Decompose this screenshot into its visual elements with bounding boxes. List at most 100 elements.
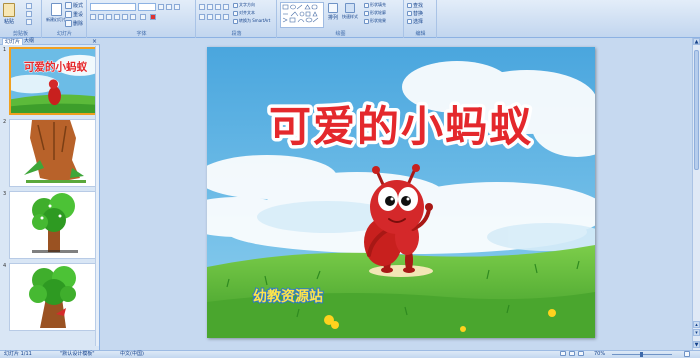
justify-icon[interactable] [223,14,229,20]
clipboard-group: 粘贴 剪贴板 [0,0,42,38]
arrange-icon [328,3,338,13]
scroll-up-icon[interactable]: ▲ [693,38,700,45]
reset-icon [65,11,72,18]
align-text-label: 对齐文本 [239,10,255,15]
bullets-icon[interactable] [199,4,205,10]
ribbon: 粘贴 剪贴板 新建幻灯片 版式 重设 删除 幻灯片 字体 文字方向 对齐文本 转… [0,0,700,38]
find-icon [407,3,412,8]
thumbnail-image: 可爱的小蚂蚁 [9,47,98,115]
shape-outline-button[interactable]: 形状轮廓 [364,10,386,16]
reset-button[interactable]: 重设 [65,11,83,18]
close-icon[interactable]: × [92,38,97,45]
clear-format-icon[interactable] [174,4,180,10]
smartart-button[interactable]: 转换为 SmartArt [233,18,270,24]
fit-window-icon[interactable] [684,351,690,357]
reset-label: 重设 [73,12,84,18]
quick-styles-icon [345,3,355,13]
new-slide-button[interactable]: 新建幻灯片 [46,3,66,23]
select-icon [407,19,412,24]
replace-button[interactable]: 替换 [407,10,423,17]
bold-icon[interactable] [90,14,96,20]
select-button[interactable]: 选择 [407,18,423,25]
arrange-label: 排列 [328,15,339,21]
delete-button[interactable]: 删除 [65,20,83,27]
change-case-icon[interactable] [140,14,146,20]
align-left-icon[interactable] [199,14,205,20]
find-label: 查找 [413,3,424,9]
delete-label: 删除 [73,21,84,27]
thumbnail-image [9,119,98,187]
shapes-gallery[interactable] [280,2,324,28]
shrink-font-icon[interactable] [166,4,172,10]
underline-icon[interactable] [106,14,112,20]
decrease-indent-icon[interactable] [215,4,221,10]
paste-button[interactable]: 粘贴 [3,3,15,25]
increase-indent-icon[interactable] [223,4,229,10]
powerpoint-window: 粘贴 剪贴板 新建幻灯片 版式 重设 删除 幻灯片 字体 文字方向 对齐文本 转… [0,0,700,358]
align-right-icon[interactable] [215,14,221,20]
slideshow-icon[interactable] [578,351,584,356]
tab-outline[interactable]: 大纲 [22,38,36,45]
format-painter-icon[interactable] [26,19,32,25]
copy-icon[interactable] [26,11,32,17]
vertical-scrollbar[interactable]: ▲ ▴ ▾ ▼ [692,38,700,350]
slide-number: 4 [3,263,7,269]
strikethrough-icon[interactable] [114,14,120,20]
shape-fill-icon [364,2,369,8]
zoom-slider-handle[interactable] [640,352,643,357]
prev-slide-icon[interactable]: ▴ [693,321,700,328]
panel-scrollbar[interactable] [95,46,99,346]
shape-effects-button[interactable]: 形状效果 [364,18,386,24]
layout-button[interactable]: 版式 [65,2,83,9]
next-slide-icon[interactable]: ▾ [693,329,700,336]
current-slide[interactable]: 可爱的小蚂蚁 幼教资源站 [207,47,595,338]
find-button[interactable]: 查找 [407,2,423,9]
cut-icon[interactable] [26,3,32,9]
group-label-drawing: 绘图 [335,31,346,37]
slide-number: 3 [3,191,7,197]
slide-counter: 幻灯片 1/11 [4,351,32,357]
slide-canvas: 可爱的小蚂蚁 幼教资源站 [207,47,595,338]
language-indicator[interactable]: 中文(中国) [120,351,144,358]
paste-label: 粘贴 [3,19,14,25]
replace-icon [407,11,412,16]
smartart-icon [233,18,238,24]
group-label-clipboard: 剪贴板 [12,31,28,37]
drawing-group: 排列 快速样式 形状填充 形状轮廓 形状效果 绘图 [278,0,404,38]
group-label-editing: 编辑 [415,31,426,37]
font-name-combo[interactable] [90,3,136,11]
layout-icon [65,2,72,9]
align-center-icon[interactable] [207,14,213,20]
grow-font-icon[interactable] [158,4,164,10]
ant-shadow [369,265,433,277]
scrollbar-thumb[interactable] [694,50,699,170]
spacing-icon[interactable] [130,14,136,20]
scroll-down-icon[interactable]: ▼ [693,341,700,348]
italic-icon[interactable] [98,14,104,20]
select-label: 选择 [413,19,424,25]
align-text-button[interactable]: 对齐文本 [233,10,255,16]
replace-label: 替换 [413,11,424,17]
group-label-paragraph: 段落 [231,31,242,37]
new-slide-icon [50,3,62,16]
zoom-level[interactable]: 70% [594,351,605,358]
numbering-icon[interactable] [207,4,213,10]
arrange-button[interactable]: 排列 [328,3,338,21]
slide-editing-area: 可爱的小蚂蚁 幼教资源站 ▲ ▴ ▾ ▼ [101,38,700,350]
site-logo: 幼教资源站 [253,288,323,305]
tab-slides[interactable]: 幻灯片 [2,38,24,45]
quick-styles-button[interactable]: 快速样式 [342,3,358,20]
slide-sorter-icon[interactable] [569,351,575,356]
shape-fill-button[interactable]: 形状填充 [364,2,386,8]
font-group: 字体 [88,0,196,38]
font-color-icon[interactable] [150,14,156,20]
shadow-icon[interactable] [122,14,128,20]
normal-view-icon[interactable] [560,351,566,356]
slide-number: 2 [3,119,7,125]
slide-thumbnail-panel: 幻灯片 大纲 × 1 可爱的小蚂蚁 2 3 4 [0,38,100,350]
layout-label: 版式 [73,3,84,9]
text-direction-button[interactable]: 文字方向 [233,2,255,8]
thumbnail-image [9,263,98,331]
font-size-combo[interactable] [138,3,156,11]
view-buttons [560,351,584,356]
